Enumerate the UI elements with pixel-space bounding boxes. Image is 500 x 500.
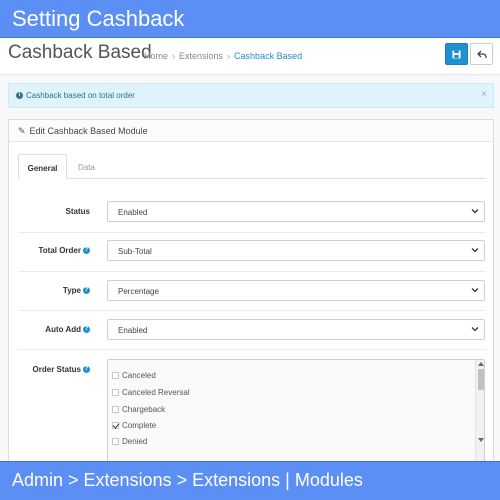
- checklist-scrollbar[interactable]: [475, 360, 484, 461]
- pencil-icon: ✎: [18, 126, 26, 136]
- info-circle-icon: i: [16, 92, 23, 100]
- chevron-down-icon: [471, 209, 479, 214]
- scroll-down-arrow-icon[interactable]: [478, 438, 484, 442]
- breadcrumb-separator: ›: [172, 51, 176, 61]
- help-icon[interactable]: ?: [83, 326, 90, 334]
- alert-text: Cashback based on total order: [26, 91, 135, 100]
- status-label: Status: [65, 207, 90, 216]
- tab-general[interactable]: General: [18, 154, 67, 179]
- top-banner-title: Setting Cashback: [0, 0, 500, 38]
- total-order-select[interactable]: Sub-Total: [107, 240, 485, 261]
- panel-heading: ✎ Edit Cashback Based Module: [9, 120, 493, 142]
- edit-module-panel: ✎ Edit Cashback Based Module General Data…: [8, 119, 494, 461]
- breadcrumb: Home › Extensions › Cashback Based: [144, 51, 302, 61]
- row-divider: [18, 349, 486, 350]
- help-icon[interactable]: ?: [83, 247, 90, 255]
- checkbox[interactable]: [112, 372, 119, 380]
- breadcrumb-extensions[interactable]: Extensions: [179, 51, 223, 61]
- type-select[interactable]: Percentage: [107, 280, 485, 301]
- scroll-thumb[interactable]: [478, 369, 484, 390]
- checkbox[interactable]: [112, 438, 119, 446]
- help-icon[interactable]: ?: [83, 366, 90, 374]
- page-header: Cashback Based Home › Extensions › Cashback …: [0, 38, 500, 75]
- total-order-label: Total Order?: [38, 246, 90, 255]
- status-select[interactable]: Enabled: [107, 201, 485, 222]
- checkbox-item-complete[interactable]: Complete: [112, 421, 156, 430]
- checkbox-item-chargeback[interactable]: Chargeback: [112, 405, 165, 414]
- breadcrumb-separator: ›: [227, 51, 231, 61]
- type-label: Type?: [62, 286, 90, 295]
- order-status-label: Order Status?: [32, 365, 90, 374]
- checkbox-checked[interactable]: [112, 422, 119, 430]
- back-button[interactable]: [470, 43, 493, 65]
- auto-add-select[interactable]: Enabled: [107, 319, 485, 340]
- checkbox-item-canceled[interactable]: Canceled: [112, 371, 156, 380]
- order-status-checklist[interactable]: Canceled Canceled Reversal Chargeback Co…: [107, 359, 485, 461]
- close-icon[interactable]: ×: [481, 89, 487, 100]
- chevron-down-icon: [471, 327, 479, 332]
- save-button[interactable]: [445, 43, 468, 65]
- type-select-value: Percentage: [118, 287, 159, 296]
- checkbox-item-canceled-reversal[interactable]: Canceled Reversal: [112, 388, 190, 397]
- checkbox-item-denied[interactable]: Denied: [112, 437, 147, 446]
- total-order-select-value: Sub-Total: [118, 247, 152, 256]
- reply-arrow-icon: [476, 50, 487, 58]
- row-divider: [18, 271, 486, 272]
- row-divider: [18, 232, 486, 233]
- chevron-down-icon: [471, 248, 479, 253]
- page-title: Cashback Based: [8, 42, 152, 63]
- info-alert: i Cashback based on total order ×: [8, 83, 494, 108]
- checkbox[interactable]: [112, 389, 119, 397]
- auto-add-label: Auto Add?: [45, 325, 90, 334]
- help-icon[interactable]: ?: [83, 287, 90, 295]
- breadcrumb-cashback-based[interactable]: Cashback Based: [234, 51, 302, 61]
- tab-bar: General Data: [18, 154, 486, 179]
- floppy-disk-icon: [452, 49, 461, 59]
- scroll-up-arrow-icon[interactable]: [478, 362, 484, 366]
- breadcrumb-home[interactable]: Home: [144, 51, 168, 61]
- chevron-down-icon: [471, 288, 479, 293]
- panel-heading-text: Edit Cashback Based Module: [29, 126, 148, 136]
- bottom-banner-path: Admin > Extensions > Extensions | Module…: [0, 461, 500, 500]
- checkbox[interactable]: [112, 406, 119, 414]
- admin-page: Cashback Based Home › Extensions › Cashback …: [0, 38, 500, 461]
- row-divider: [18, 310, 486, 311]
- status-select-value: Enabled: [118, 208, 148, 217]
- auto-add-select-value: Enabled: [118, 326, 148, 335]
- tab-data[interactable]: Data: [67, 154, 106, 179]
